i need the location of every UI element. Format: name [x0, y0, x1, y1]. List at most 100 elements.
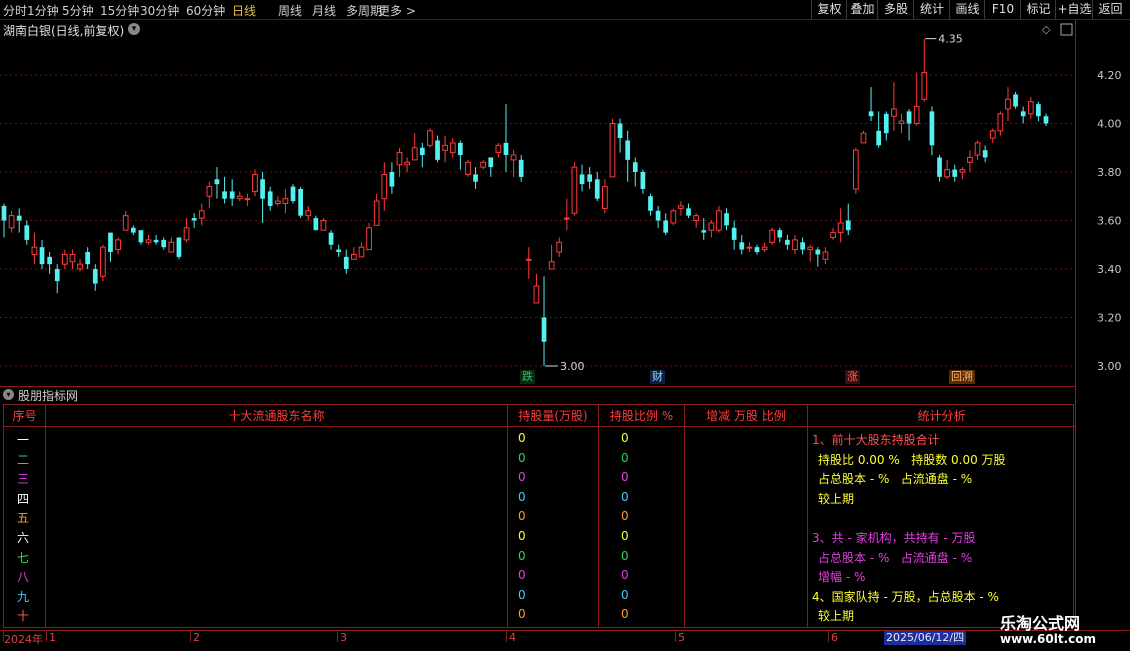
candle-body	[989, 130, 996, 139]
row-qty: 0	[518, 489, 526, 504]
candle-body	[260, 179, 265, 199]
tool-button-0[interactable]: 复权	[811, 0, 847, 19]
row-seq: 二	[17, 452, 30, 467]
candle-body	[548, 261, 555, 270]
candle-body	[336, 249, 342, 253]
row-qty: 0	[518, 509, 526, 524]
candle-body	[320, 220, 327, 231]
candle-body	[533, 285, 540, 304]
period-tab-0[interactable]: 分时	[3, 2, 27, 19]
candle-body	[518, 159, 524, 177]
period-tab-7[interactable]: 周线	[278, 2, 302, 19]
period-tab-8[interactable]: 月线	[312, 2, 336, 19]
candle-body	[815, 249, 821, 255]
candle-body	[891, 108, 897, 117]
candle-body	[701, 230, 707, 233]
candle-body	[868, 111, 874, 117]
diamond-icon: ◇	[1042, 23, 1051, 36]
candle-body	[503, 142, 509, 156]
col-pct: 持股比例 %	[599, 405, 685, 627]
candlestick-chart[interactable]: 3.00 3.20 3.40 3.60 3.80 4.00 4.20 ◇ 4.35 3.00	[0, 19, 1130, 386]
header-pct: 持股比例 %	[599, 405, 684, 427]
row-pct: 0	[621, 568, 629, 583]
candle-body	[1020, 111, 1026, 117]
row-qty: 0	[518, 470, 526, 485]
candle-body	[389, 172, 395, 187]
time-label: 6	[831, 631, 838, 644]
chevron-down-icon[interactable]: ▾	[3, 389, 14, 400]
period-tab-1[interactable]: 1分钟	[27, 2, 59, 19]
period-tab-6[interactable]: 日线	[232, 2, 256, 19]
tool-button-6[interactable]: 标记	[1020, 0, 1056, 19]
candle-body	[488, 157, 494, 168]
row-seq: 七	[17, 550, 30, 565]
time-label: 1	[49, 631, 56, 644]
candle-body	[198, 210, 205, 219]
candle-body	[1036, 104, 1041, 117]
candle-body	[100, 246, 106, 277]
period-tab-9[interactable]: 多周期	[346, 2, 382, 19]
candle-body	[670, 210, 677, 224]
time-tick	[506, 630, 507, 642]
row-seq: 五	[17, 511, 30, 526]
candle-body	[898, 120, 905, 124]
signal-marker: 财	[650, 370, 665, 384]
tool-button-5[interactable]: F10	[984, 0, 1021, 19]
row-qty: 0	[518, 431, 526, 445]
candle-body	[708, 222, 715, 231]
tool-button-4[interactable]: 画线	[949, 0, 985, 19]
axis-divider	[1075, 19, 1076, 630]
candle-body	[746, 246, 753, 249]
row-seq: 十	[17, 609, 30, 624]
candle-body	[822, 251, 829, 260]
candle-body	[54, 269, 60, 282]
candle-body	[556, 241, 563, 253]
tool-button-3[interactable]: 统计	[913, 0, 950, 19]
candle-body	[663, 220, 669, 233]
candle-body	[625, 140, 631, 160]
candle-body	[473, 174, 478, 182]
analysis-line: 3、共 - 家机构，共持有 - 万股	[812, 531, 976, 545]
candle-body	[427, 130, 433, 146]
tool-button-2[interactable]: 多股	[877, 0, 914, 19]
row-qty: 0	[518, 450, 526, 465]
period-tab-4[interactable]: 30分钟	[140, 2, 179, 19]
tool-button-1[interactable]: 叠加	[846, 0, 878, 19]
candle-body	[602, 186, 608, 209]
candle-body	[967, 156, 973, 163]
tool-button-7[interactable]: +自选	[1055, 0, 1093, 19]
row-pct: 0	[621, 509, 629, 524]
candle-body	[343, 256, 349, 269]
candle-body	[449, 142, 456, 154]
period-tab-5[interactable]: 60分钟	[186, 2, 225, 19]
candle-body	[236, 195, 243, 200]
candle-body	[404, 161, 410, 166]
candle-body	[800, 242, 805, 250]
candle-body	[69, 253, 76, 263]
candle-body	[579, 174, 585, 185]
candle-body	[563, 217, 570, 220]
row-seq: 六	[17, 531, 30, 545]
candle-body	[61, 253, 68, 265]
tool-button-8[interactable]: 返回	[1092, 0, 1128, 19]
candle-body	[921, 72, 928, 100]
candle-body	[952, 169, 958, 177]
analysis-line: 持股比 0.00 % 持股数 0.00 万股	[818, 452, 1006, 467]
candle-body	[860, 132, 867, 144]
candle-body	[115, 239, 121, 251]
period-tab-3[interactable]: 15分钟	[100, 2, 139, 19]
candle-body	[222, 191, 227, 199]
period-tab-2[interactable]: 5分钟	[62, 2, 94, 19]
candle-body	[244, 198, 251, 201]
candle-body	[609, 123, 616, 178]
candle-body	[845, 220, 851, 231]
row-seq: 九	[17, 589, 30, 604]
candle-body	[138, 230, 144, 243]
time-label: 2024年	[4, 633, 43, 646]
candle-body	[739, 242, 745, 250]
candle-body	[176, 237, 182, 257]
time-tick	[190, 630, 191, 642]
period-tab-10[interactable]: 更多 >	[378, 2, 416, 19]
candle-body	[510, 154, 517, 161]
candle-body	[282, 198, 289, 205]
